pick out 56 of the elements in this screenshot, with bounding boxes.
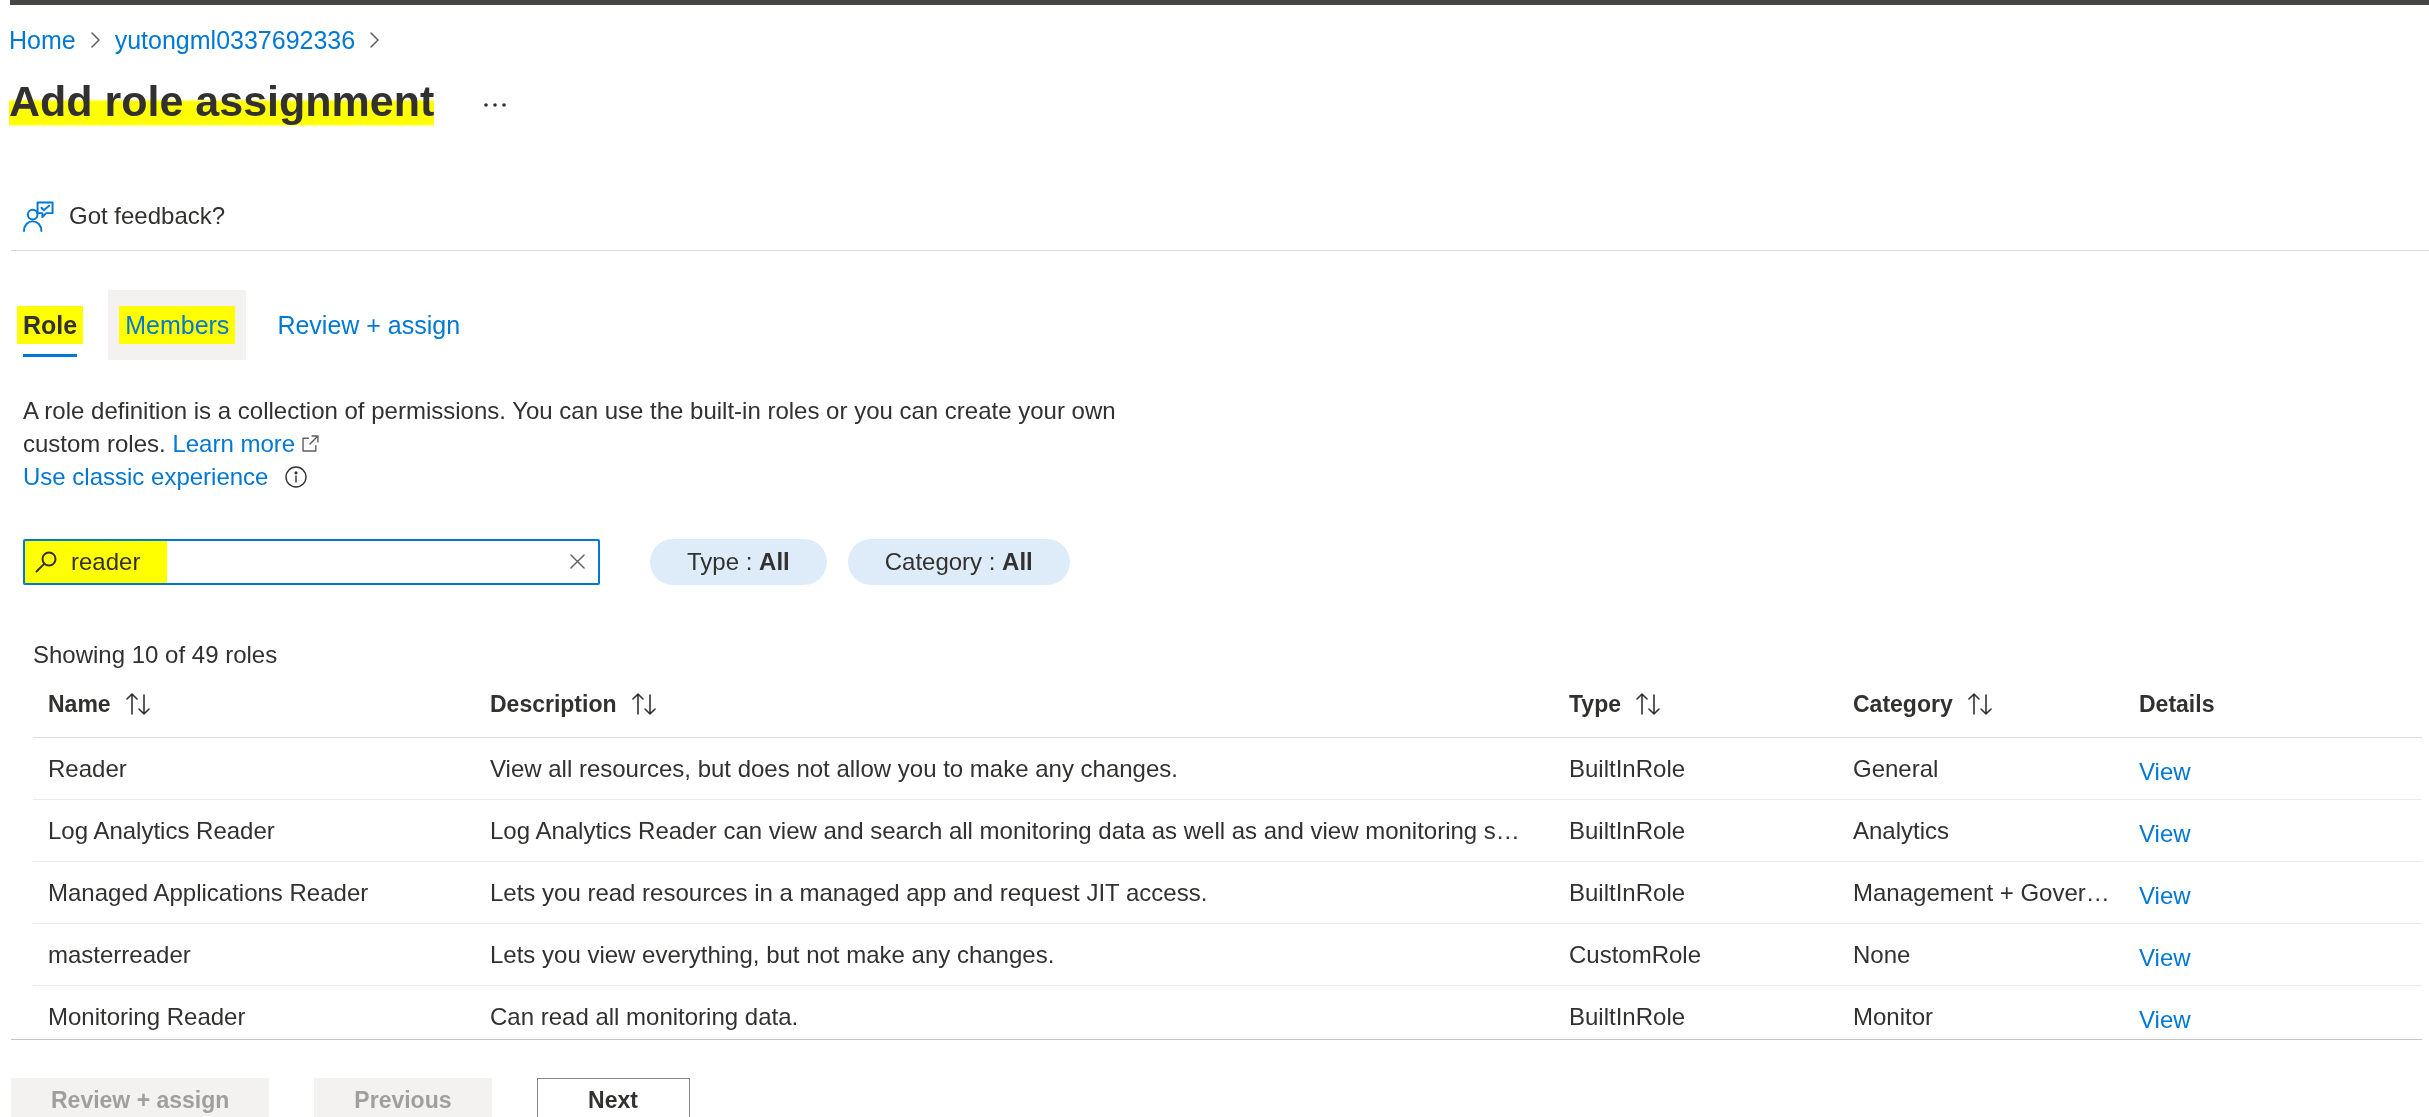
column-header: Details bbox=[2139, 689, 2215, 719]
breadcrumb-link[interactable]: yutongml0337692336 bbox=[114, 23, 356, 57]
role-description: Lets you view everything, but not make any changes. bbox=[490, 939, 1055, 970]
learn-more-link[interactable]: Learn more bbox=[172, 430, 296, 457]
role-description: View all resources, but does not allow you to make any changes. bbox=[490, 753, 1178, 784]
role-name: Managed Applications Reader bbox=[48, 877, 369, 908]
role-category: Management + Gover… bbox=[1853, 877, 2110, 908]
info-icon[interactable] bbox=[285, 465, 308, 488]
role-category: Analytics bbox=[1853, 815, 1950, 846]
view-link[interactable]: View bbox=[2139, 1004, 2191, 1035]
tab[interactable]: Review + assign bbox=[260, 290, 478, 360]
tab[interactable]: Members bbox=[108, 290, 247, 360]
chevron-right-icon bbox=[90, 32, 100, 48]
sort-icon[interactable] bbox=[1966, 691, 1993, 716]
search-icon bbox=[35, 551, 57, 573]
feedback-button[interactable]: Got feedback? bbox=[23, 200, 226, 232]
role-type: CustomRole bbox=[1569, 939, 1702, 970]
role-description: Lets you read resources in a managed app and request JIT access. bbox=[490, 877, 1208, 908]
sort-icon[interactable] bbox=[630, 691, 657, 716]
role-description: Can read all monitoring data. bbox=[490, 1001, 799, 1032]
search-field[interactable]: reader bbox=[23, 539, 600, 585]
role-name: masterreader bbox=[48, 939, 191, 970]
intro-text: A role definition is a collection of permissions. You can use the built-in roles or you can create your own custom roles. Learn more bbox=[23, 396, 1117, 459]
view-link[interactable]: View bbox=[2139, 880, 2191, 911]
more-icon[interactable] bbox=[484, 103, 507, 107]
column-header[interactable]: Type bbox=[1569, 688, 1661, 719]
view-link[interactable]: View bbox=[2139, 942, 2191, 973]
classic-experience-link[interactable]: Use classic experience bbox=[23, 460, 269, 493]
role-name: Reader bbox=[48, 753, 127, 784]
filter-pill[interactable]: Category : All bbox=[847, 539, 1070, 585]
column-header[interactable]: Category bbox=[1853, 688, 1993, 719]
close-icon[interactable] bbox=[570, 554, 585, 569]
role-description: Log Analytics Reader can view and search all monitoring data as well as and view monitoring s… bbox=[490, 815, 1520, 846]
column-header[interactable]: Name bbox=[48, 688, 151, 719]
role-type: BuiltInRole bbox=[1569, 815, 1686, 846]
view-link[interactable]: View bbox=[2139, 818, 2191, 849]
role-name: Monitoring Reader bbox=[48, 1001, 246, 1032]
breadcrumb-link[interactable]: Home bbox=[9, 23, 76, 57]
chevron-right-icon bbox=[370, 32, 380, 48]
view-link[interactable]: View bbox=[2139, 756, 2191, 787]
tab[interactable]: Role bbox=[6, 290, 95, 360]
person-chat-icon bbox=[23, 200, 54, 232]
role-category: Monitor bbox=[1853, 1001, 1934, 1032]
filter-pill[interactable]: Type : All bbox=[650, 539, 827, 585]
sort-icon[interactable] bbox=[1635, 691, 1661, 716]
role-category: General bbox=[1853, 753, 1939, 784]
role-name: Log Analytics Reader bbox=[48, 815, 275, 846]
role-type: BuiltInRole bbox=[1569, 1001, 1686, 1032]
external-link-icon bbox=[302, 435, 320, 452]
results-count: Showing 10 of 49 roles bbox=[33, 640, 278, 670]
role-type: BuiltInRole bbox=[1569, 877, 1686, 908]
role-category: None bbox=[1853, 939, 1911, 970]
column-header[interactable]: Description bbox=[490, 688, 657, 719]
action-button[interactable]: Next bbox=[536, 1078, 690, 1117]
sort-icon[interactable] bbox=[124, 691, 151, 716]
role-type: BuiltInRole bbox=[1569, 753, 1686, 784]
